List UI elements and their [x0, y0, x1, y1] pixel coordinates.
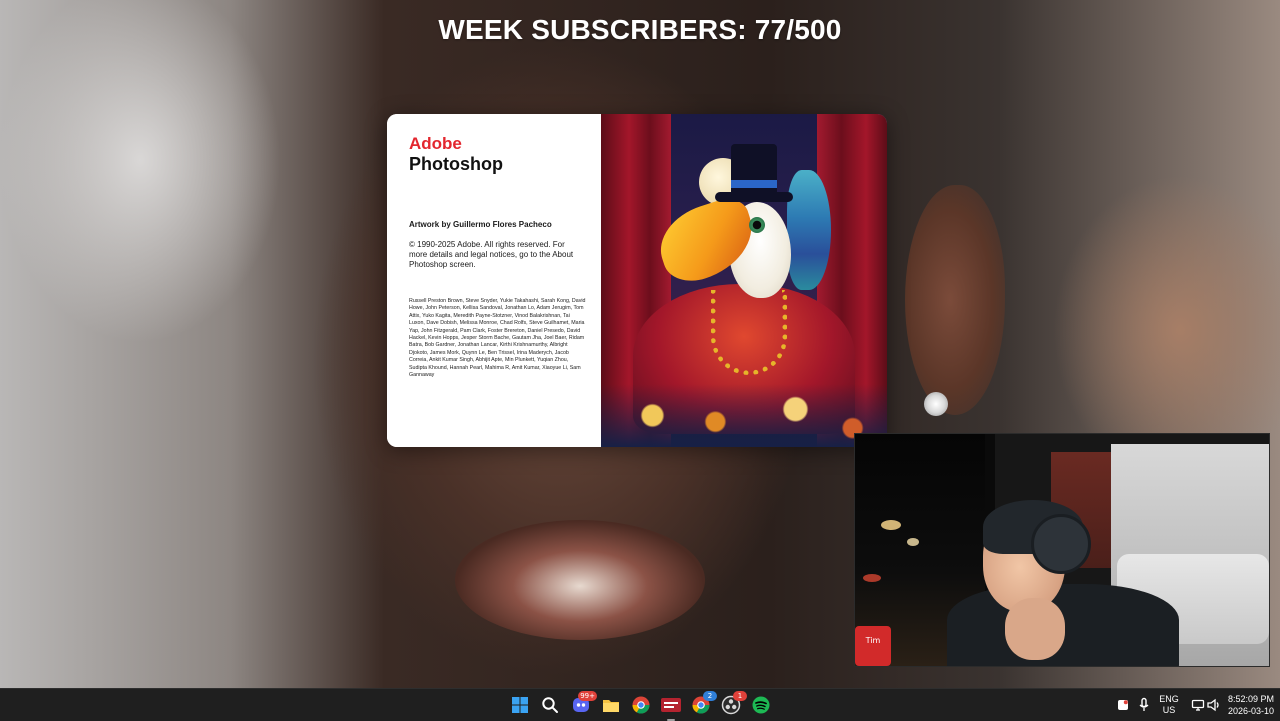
windows-start-icon[interactable]	[508, 693, 532, 717]
clock-time: 8:52:09 PM	[1227, 694, 1275, 704]
bird-feathers	[787, 170, 831, 290]
artwork-credit: Artwork by Guillermo Flores Pacheco	[409, 220, 552, 229]
bird-eye	[749, 217, 765, 233]
volume-icon[interactable]	[1202, 693, 1226, 717]
chrome-notification-badge: 2	[703, 691, 717, 701]
webcam-street-light	[881, 520, 901, 530]
webcam-overlay: Tim	[854, 433, 1270, 667]
spotify-icon[interactable]	[749, 693, 773, 717]
voicemod-icon[interactable]	[659, 693, 683, 721]
legal-notice: © 1990-2025 Adobe. All rights reserved. …	[409, 240, 574, 269]
headphones-icon	[1031, 514, 1091, 574]
clock-date: 2026-03-10	[1227, 706, 1275, 716]
coffee-cup	[855, 626, 891, 666]
splash-artwork	[601, 114, 887, 447]
background-mouth	[455, 520, 705, 640]
splash-info-panel: Adobe Photoshop Artwork by Guillermo Flo…	[387, 114, 601, 447]
photoshop-logo-text: Photoshop	[409, 154, 503, 174]
chrome-profile-icon[interactable]: 2	[689, 691, 717, 717]
gold-chain	[711, 290, 787, 375]
hat-brim	[715, 192, 793, 202]
language-indicator[interactable]: ENG US	[1156, 693, 1182, 717]
keyboard-region: US	[1162, 705, 1176, 715]
file-explorer-icon[interactable]	[599, 693, 623, 717]
contributors-list: Russell Preston Brown, Steve Snyder, Yuk…	[409, 298, 586, 379]
chrome-icon[interactable]	[629, 693, 653, 717]
discord-notification-badge: 99+	[578, 691, 597, 701]
coffee-cup-label: Tim	[865, 636, 881, 645]
streamer-hand	[1005, 598, 1065, 660]
photoshop-splash-screen: Adobe Photoshop Artwork by Guillermo Flo…	[387, 114, 887, 447]
obs-notification-badge: 1	[733, 691, 747, 701]
background-earring	[924, 392, 948, 416]
background-ear	[905, 185, 1005, 415]
adobe-logo-text: Adobe	[409, 134, 462, 153]
system-clock[interactable]: 8:52:09 PM 2026-03-10	[1224, 693, 1278, 717]
taskbar: 99+ 2 1 ENG US 8:52:09 PM 2026-03-10	[0, 688, 1280, 721]
hat-band	[731, 180, 777, 188]
microphone-icon[interactable]	[1132, 693, 1156, 717]
stream-subscriber-goal: WEEK SUBSCRIBERS: 77/500	[438, 14, 842, 45]
webcam-street-light	[907, 538, 919, 546]
search-icon[interactable]	[538, 693, 562, 717]
obs-icon[interactable]: 1	[719, 691, 747, 717]
top-hat	[731, 144, 777, 196]
language-code: ENG	[1159, 694, 1179, 704]
webcam-street-light	[863, 574, 881, 582]
flowers	[601, 384, 887, 447]
discord-icon[interactable]: 99+	[569, 691, 597, 717]
